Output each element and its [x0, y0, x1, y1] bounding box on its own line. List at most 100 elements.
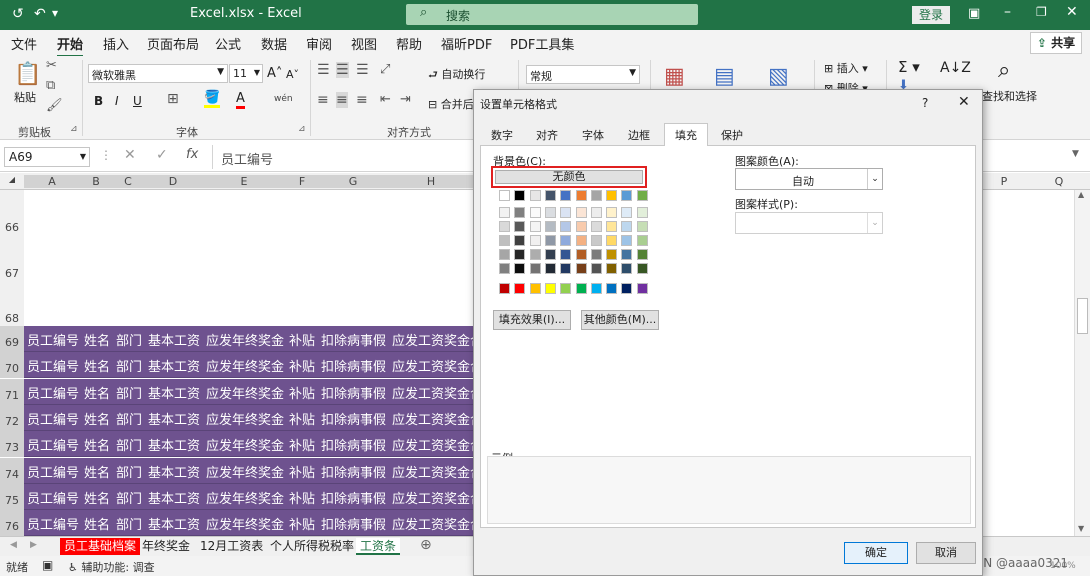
- color-swatch[interactable]: [621, 249, 633, 260]
- color-swatch[interactable]: [621, 190, 633, 201]
- cell[interactable]: 部门: [116, 435, 142, 454]
- cell[interactable]: 扣除病事假: [321, 409, 386, 428]
- format-as-table-icon[interactable]: ▤: [714, 64, 735, 89]
- color-swatch[interactable]: [636, 190, 648, 201]
- prev-sheet-icon[interactable]: ◀: [10, 540, 17, 550]
- paste-icon[interactable]: 📋: [14, 62, 41, 87]
- tab-fill[interactable]: 填充: [664, 123, 708, 147]
- color-swatch[interactable]: [636, 249, 648, 260]
- tab-alignment[interactable]: 对齐: [531, 126, 563, 146]
- sheet-tab-income-tax-rates[interactable]: 个人所得税税率: [266, 538, 358, 555]
- tab-border[interactable]: 边框: [623, 126, 655, 146]
- name-box[interactable]: A69 ▼: [4, 147, 90, 167]
- cell[interactable]: 补贴: [289, 488, 315, 507]
- tab-insert[interactable]: 插入: [103, 34, 129, 53]
- color-swatch[interactable]: [560, 283, 572, 294]
- color-swatch[interactable]: [529, 221, 541, 232]
- column-header-a[interactable]: A: [24, 175, 80, 188]
- color-swatch[interactable]: [529, 283, 541, 294]
- color-swatch[interactable]: [606, 221, 618, 232]
- column-header-h[interactable]: H: [388, 175, 474, 188]
- autosum-icon[interactable]: Σ ▾: [898, 58, 920, 76]
- color-swatch[interactable]: [636, 235, 648, 246]
- cell[interactable]: 应发工资奖金合: [392, 462, 483, 481]
- color-swatch[interactable]: [606, 190, 618, 201]
- color-swatch[interactable]: [499, 221, 510, 232]
- color-swatch[interactable]: [499, 190, 510, 201]
- italic-button[interactable]: I: [115, 94, 119, 108]
- color-swatch[interactable]: [590, 263, 602, 274]
- color-swatch[interactable]: [606, 235, 618, 246]
- pattern-style-select[interactable]: ⌄: [735, 212, 883, 234]
- sheet-tab-employee-basic[interactable]: 员工基础档案: [60, 538, 141, 555]
- more-colors-button[interactable]: 其他颜色(M)...: [581, 310, 659, 330]
- color-swatch[interactable]: [575, 249, 587, 260]
- cell[interactable]: 应发工资奖金合: [392, 383, 483, 402]
- cell[interactable]: 补贴: [289, 356, 315, 375]
- color-swatch[interactable]: [636, 283, 648, 294]
- cell[interactable]: 应发年终奖金: [206, 383, 284, 402]
- cell[interactable]: 扣除病事假: [321, 330, 386, 349]
- cell[interactable]: 应发年终奖金: [206, 330, 284, 349]
- cell[interactable]: 姓名: [84, 514, 110, 533]
- color-swatch[interactable]: [514, 207, 526, 218]
- conditional-formatting-icon[interactable]: ▦: [664, 64, 685, 89]
- cell[interactable]: 员工编号: [27, 435, 79, 454]
- tab-help[interactable]: 帮助: [396, 34, 422, 53]
- cell[interactable]: 部门: [116, 383, 142, 402]
- color-swatch[interactable]: [544, 263, 556, 274]
- scroll-thumb[interactable]: [1077, 298, 1088, 334]
- zoom-level[interactable]: 100%: [1050, 561, 1076, 571]
- column-header-d[interactable]: D: [144, 175, 202, 188]
- color-swatch[interactable]: [529, 249, 541, 260]
- cell[interactable]: 补贴: [289, 435, 315, 454]
- color-swatch[interactable]: [575, 190, 587, 201]
- cell[interactable]: 部门: [116, 409, 142, 428]
- row-header[interactable]: 66: [0, 190, 24, 242]
- sheet-tab-pay-slip[interactable]: 工资条: [356, 538, 401, 555]
- color-swatch[interactable]: [606, 207, 618, 218]
- orientation-icon[interactable]: ⤢: [380, 62, 390, 77]
- macro-record-icon[interactable]: ▣: [42, 558, 53, 572]
- cell[interactable]: 姓名: [84, 330, 110, 349]
- align-bottom-icon[interactable]: ☰: [356, 62, 369, 78]
- color-swatch[interactable]: [499, 207, 510, 218]
- search-box[interactable]: ⌕ 搜索: [406, 4, 698, 25]
- color-swatch[interactable]: [560, 190, 572, 201]
- column-header-p[interactable]: P: [984, 175, 1024, 188]
- font-name-select[interactable]: 微软雅黑 ▼: [88, 64, 228, 83]
- color-swatch[interactable]: [636, 221, 648, 232]
- shrink-font-icon[interactable]: A˅: [286, 68, 299, 81]
- cell[interactable]: 扣除病事假: [321, 383, 386, 402]
- row-header[interactable]: 74: [0, 457, 24, 484]
- cell[interactable]: 扣除病事假: [321, 435, 386, 454]
- formula-input[interactable]: 员工编号: [212, 145, 474, 169]
- tab-review[interactable]: 审阅: [306, 34, 332, 53]
- wrap-text-button[interactable]: ⮐ 自动换行: [428, 66, 485, 85]
- color-swatch[interactable]: [590, 249, 602, 260]
- expand-formula-icon[interactable]: ▼: [1072, 149, 1079, 159]
- column-header-f[interactable]: F: [286, 175, 318, 188]
- align-top-icon[interactable]: ☰: [317, 62, 330, 78]
- cell[interactable]: 扣除病事假: [321, 514, 386, 533]
- color-swatch[interactable]: [544, 221, 556, 232]
- cell[interactable]: 基本工资: [148, 462, 200, 481]
- tab-protection[interactable]: 保护: [716, 126, 748, 146]
- sort-filter-icon[interactable]: A↓Z: [940, 60, 971, 76]
- color-swatch[interactable]: [621, 235, 633, 246]
- font-color-icon[interactable]: A: [236, 92, 245, 109]
- autosave-icon[interactable]: ↺: [12, 6, 24, 22]
- number-format-select[interactable]: 常规 ▼: [526, 65, 640, 84]
- cell[interactable]: 补贴: [289, 462, 315, 481]
- color-swatch[interactable]: [560, 207, 572, 218]
- vertical-scrollbar[interactable]: ▲ ▼: [1074, 190, 1090, 536]
- column-header-g[interactable]: G: [318, 175, 388, 188]
- fill-effects-button[interactable]: 填充效果(I)...: [493, 310, 571, 330]
- tab-number[interactable]: 数字: [486, 126, 518, 146]
- row-header[interactable]: 69: [0, 326, 24, 352]
- add-sheet-icon[interactable]: ⊕: [420, 537, 432, 553]
- table-row[interactable]: 员工编号 姓名 部门 基本工资 应发年终奖金 补贴 扣除病事假 应发工资奖金合: [24, 326, 483, 352]
- underline-button[interactable]: U: [133, 94, 142, 108]
- table-row[interactable]: 员工编号 姓名 部门 基本工资 应发年终奖金 补贴 扣除病事假 应发工资奖金合: [24, 378, 483, 405]
- close-icon[interactable]: ✕: [958, 94, 970, 110]
